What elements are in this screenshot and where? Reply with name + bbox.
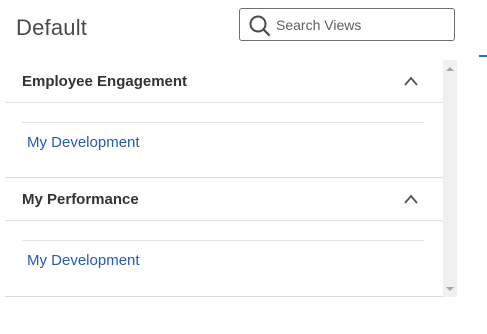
section-body-my-performance: My Development bbox=[5, 221, 443, 296]
accent-tick bbox=[479, 55, 487, 57]
divider bbox=[22, 240, 424, 241]
scroll-up-arrow-icon[interactable] bbox=[446, 67, 454, 71]
link-my-development[interactable]: My Development bbox=[27, 134, 140, 151]
divider bbox=[22, 122, 424, 123]
chevron-up-icon[interactable] bbox=[403, 75, 419, 87]
divider bbox=[5, 296, 443, 297]
vertical-scrollbar[interactable] bbox=[443, 60, 457, 297]
link-my-development[interactable]: My Development bbox=[27, 252, 140, 269]
section-list: Employee Engagement My Development My Pe… bbox=[5, 60, 443, 297]
scroll-down-arrow-icon[interactable] bbox=[446, 287, 454, 291]
section-header-my-performance[interactable]: My Performance bbox=[5, 178, 443, 221]
views-panel: Default Employee Engagement My Developme… bbox=[0, 0, 487, 334]
section-title: Employee Engagement bbox=[22, 73, 188, 90]
search-icon bbox=[249, 15, 271, 37]
search-box[interactable] bbox=[239, 8, 455, 41]
search-input[interactable] bbox=[276, 9, 448, 40]
section-body-employee-engagement: My Development bbox=[5, 103, 443, 178]
section-title: My Performance bbox=[22, 191, 139, 208]
page-title: Default bbox=[16, 15, 88, 40]
chevron-up-icon[interactable] bbox=[403, 193, 419, 205]
section-header-employee-engagement[interactable]: Employee Engagement bbox=[5, 60, 443, 103]
